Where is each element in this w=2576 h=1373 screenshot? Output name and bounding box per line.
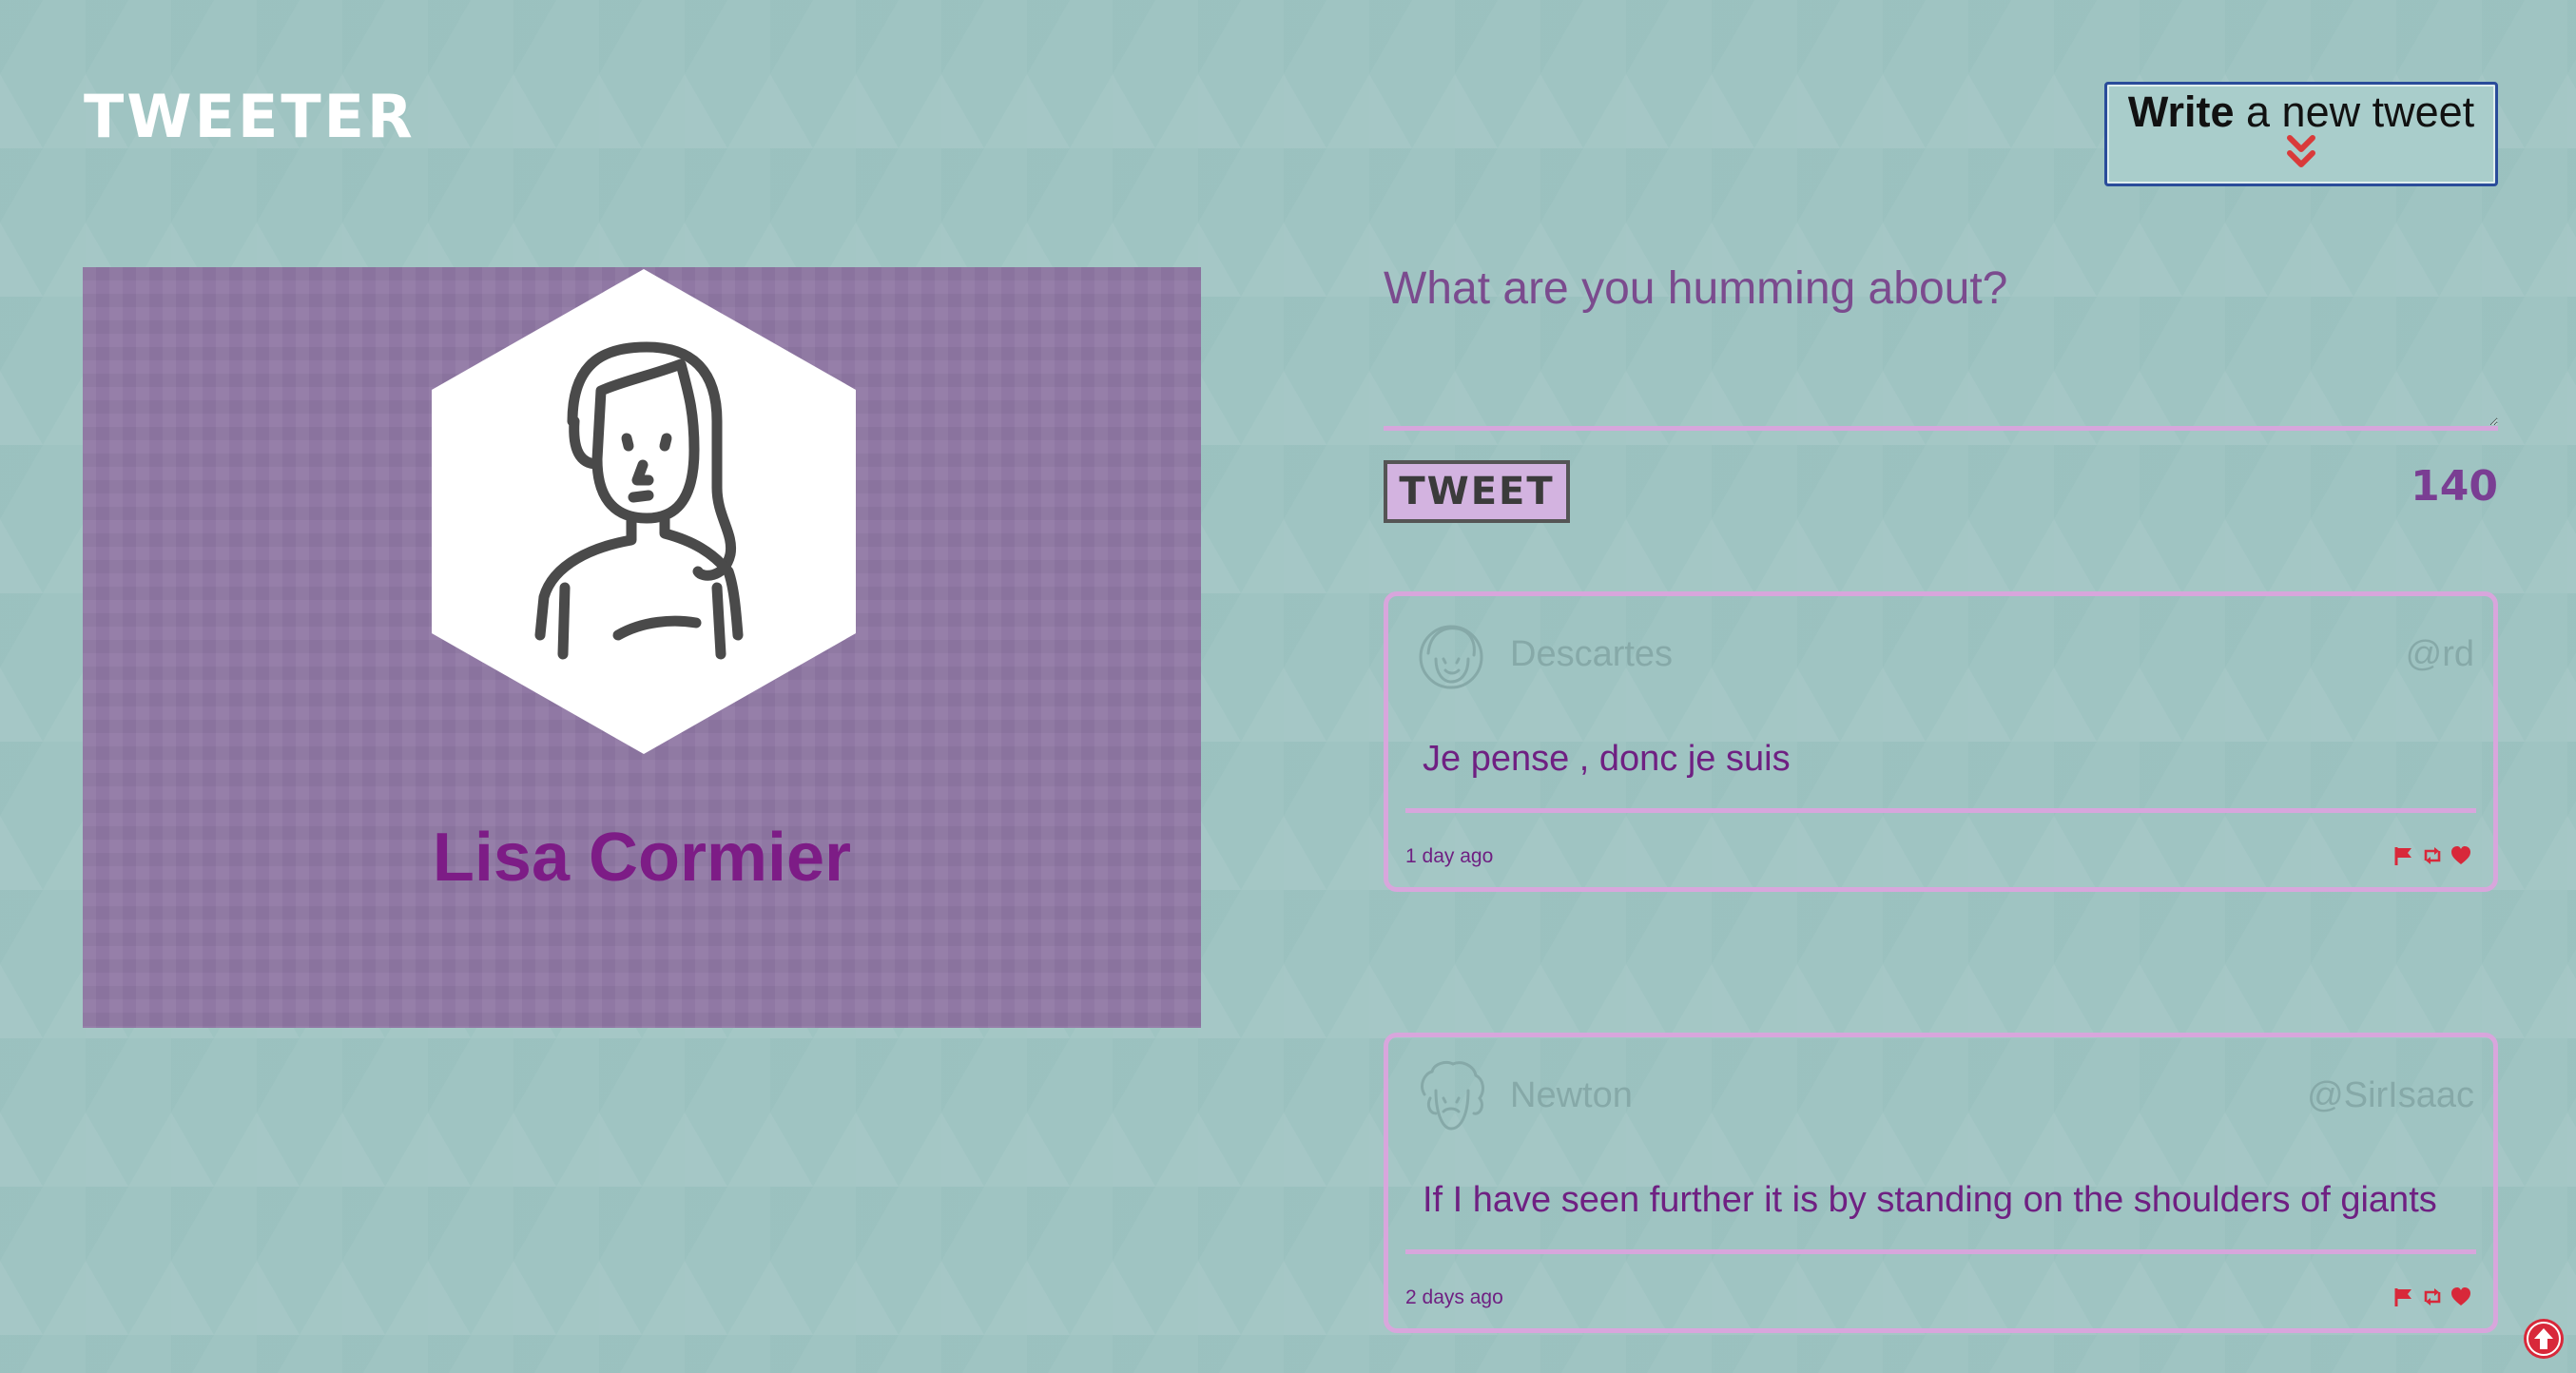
write-new-tweet-label: Write a new tweet [2127, 87, 2475, 136]
brand-logo[interactable]: TWEETER [84, 87, 416, 146]
double-chevron-down-icon [2287, 134, 2315, 167]
tweet-card: Newton @SirIsaac If I have seen further … [1384, 1033, 2498, 1333]
user-avatar-icon [432, 269, 856, 754]
flag-icon[interactable] [2392, 845, 2415, 866]
tweet-input[interactable] [1384, 257, 2498, 431]
heart-icon[interactable] [2450, 1286, 2472, 1307]
retweet-icon[interactable] [2421, 1286, 2444, 1307]
retweet-icon[interactable] [2421, 845, 2444, 866]
tweet-author[interactable]: Newton [1510, 1075, 1633, 1116]
tweet-avatar-icon [1419, 625, 1483, 689]
scroll-to-top-icon[interactable] [2522, 1317, 2566, 1361]
write-new-tweet-button[interactable]: Write a new tweet [2104, 82, 2498, 186]
tweet-timestamp: 1 day ago [1405, 845, 1494, 867]
tweet-content: If I have seen further it is by standing… [1405, 1180, 2476, 1254]
tweet-handle[interactable]: @SirIsaac [2307, 1075, 2474, 1116]
character-counter: 140 [2411, 462, 2498, 511]
tweet-content: Je pense , donc je suis [1405, 739, 2476, 813]
new-tweet-composer: TWEET 140 [1384, 257, 2498, 523]
heart-icon[interactable] [2450, 845, 2472, 866]
flag-icon[interactable] [2392, 1286, 2415, 1307]
top-nav: TWEETER Write a new tweet [0, 0, 2576, 238]
tweet-actions [2392, 845, 2472, 866]
tweet-avatar-icon [1421, 1060, 1484, 1131]
tweet-actions [2392, 1286, 2472, 1307]
profile-card: Lisa Cormier [83, 267, 1201, 1028]
tweet-timestamp: 2 days ago [1405, 1286, 1503, 1308]
tweet-card: Descartes @rd Je pense , donc je suis 1 … [1384, 591, 2498, 892]
tweet-handle[interactable]: @rd [2406, 634, 2474, 675]
profile-name: Lisa Cormier [432, 820, 852, 896]
tweet-submit-button[interactable]: TWEET [1384, 460, 1570, 523]
tweet-author[interactable]: Descartes [1510, 634, 1673, 675]
